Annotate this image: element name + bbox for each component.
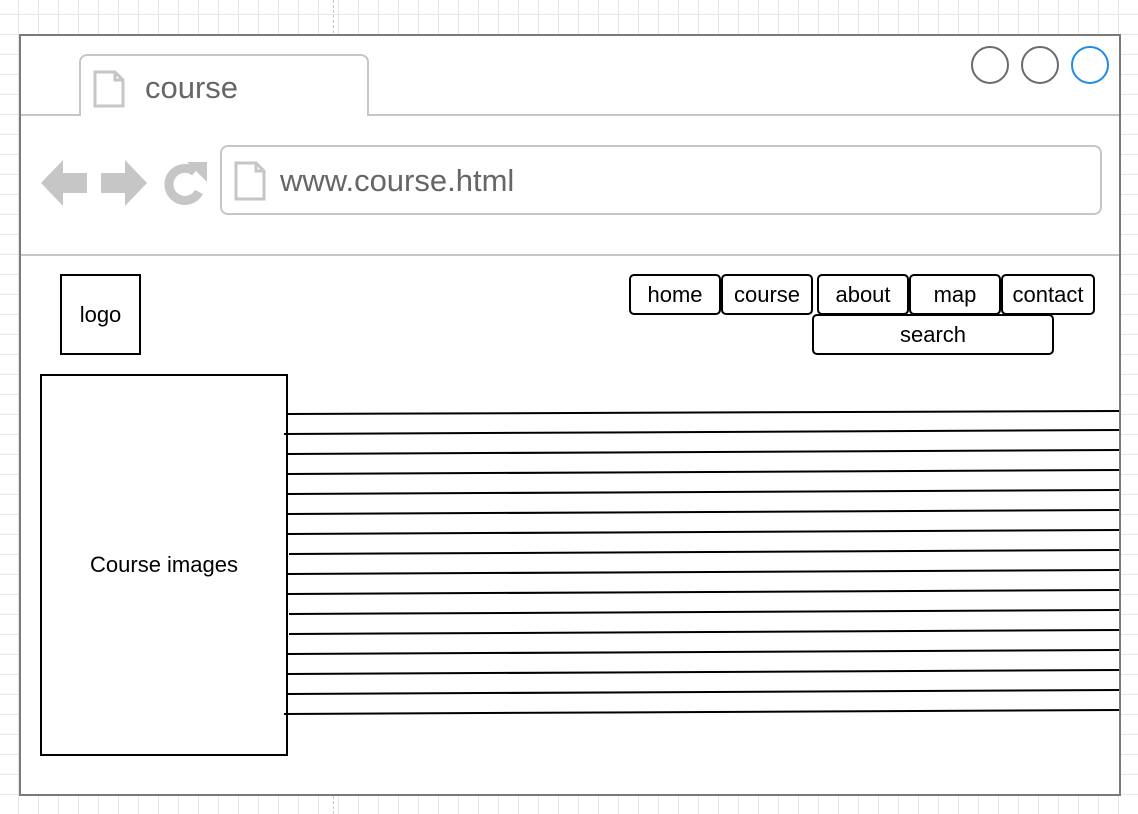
text-line	[287, 410, 1119, 415]
text-line	[286, 449, 1119, 455]
text-line	[286, 469, 1119, 475]
text-placeholder-lines	[283, 410, 1119, 715]
text-line	[288, 609, 1119, 615]
text-line	[286, 649, 1119, 655]
text-line	[288, 549, 1119, 555]
text-line	[283, 709, 1119, 715]
text-line	[286, 489, 1119, 495]
text-line	[286, 529, 1119, 535]
text-line	[286, 589, 1119, 595]
text-line	[286, 509, 1119, 515]
text-line	[286, 669, 1119, 675]
browser-window: course www.course.html logo home course …	[19, 34, 1121, 796]
text-line	[288, 629, 1119, 635]
text-line	[283, 429, 1119, 435]
text-line	[286, 689, 1119, 695]
text-line	[286, 569, 1119, 575]
